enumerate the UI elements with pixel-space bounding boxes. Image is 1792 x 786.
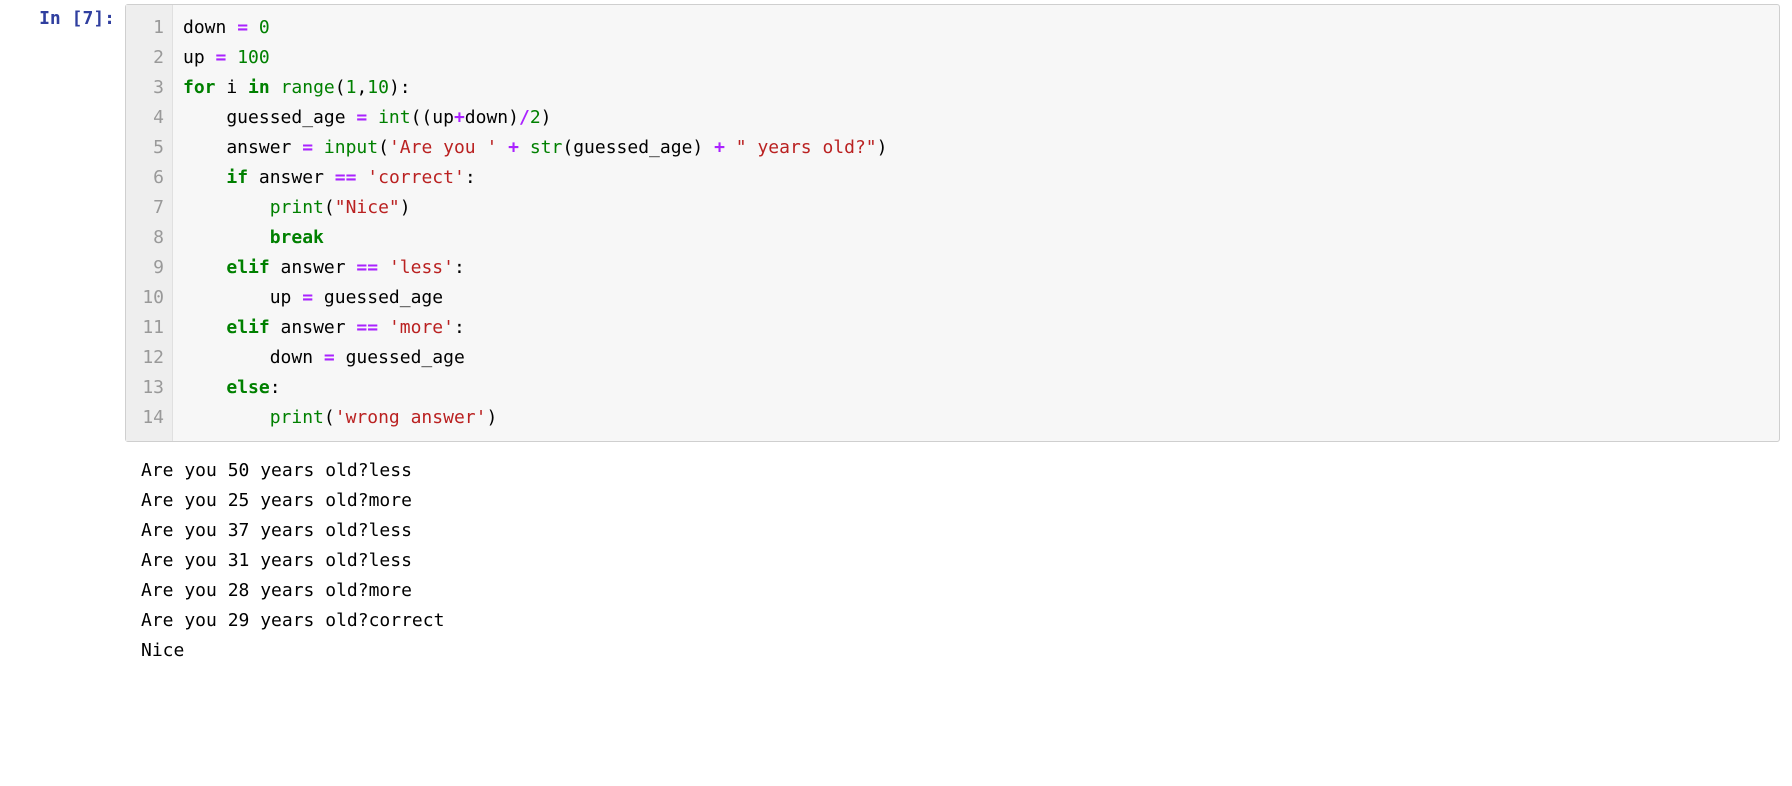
code-content[interactable]: down = 0up = 100for i in range(1,10): gu… bbox=[173, 5, 1779, 441]
line-number: 8 bbox=[134, 223, 164, 253]
code-line[interactable]: if answer == 'correct': bbox=[183, 163, 1769, 193]
code-cell: In [7]: 1234567891011121314 down = 0up =… bbox=[0, 0, 1792, 442]
line-number: 6 bbox=[134, 163, 164, 193]
line-number: 7 bbox=[134, 193, 164, 223]
code-line[interactable]: elif answer == 'more': bbox=[183, 313, 1769, 343]
input-prompt: In [7]: bbox=[39, 8, 115, 29]
line-number: 13 bbox=[134, 373, 164, 403]
code-line[interactable]: print("Nice") bbox=[183, 193, 1769, 223]
code-line[interactable]: down = guessed_age bbox=[183, 343, 1769, 373]
line-number: 11 bbox=[134, 313, 164, 343]
line-number: 2 bbox=[134, 43, 164, 73]
line-number: 9 bbox=[134, 253, 164, 283]
code-line[interactable]: elif answer == 'less': bbox=[183, 253, 1769, 283]
code-editor[interactable]: 1234567891011121314 down = 0up = 100for … bbox=[125, 4, 1780, 442]
output-row: Are you 50 years old?less Are you 25 yea… bbox=[0, 442, 1792, 676]
code-line[interactable]: answer = input('Are you ' + str(guessed_… bbox=[183, 133, 1769, 163]
prompt-area: In [7]: bbox=[0, 0, 125, 442]
line-number: 3 bbox=[134, 73, 164, 103]
code-line[interactable]: up = 100 bbox=[183, 43, 1769, 73]
line-number: 12 bbox=[134, 343, 164, 373]
prompt-number: 7 bbox=[82, 8, 93, 29]
line-number: 4 bbox=[134, 103, 164, 133]
code-line[interactable]: else: bbox=[183, 373, 1769, 403]
code-line[interactable]: guessed_age = int((up+down)/2) bbox=[183, 103, 1769, 133]
code-line[interactable]: break bbox=[183, 223, 1769, 253]
prompt-label: In bbox=[39, 8, 61, 29]
code-line[interactable]: print('wrong answer') bbox=[183, 403, 1769, 433]
code-line[interactable]: down = 0 bbox=[183, 13, 1769, 43]
line-number: 1 bbox=[134, 13, 164, 43]
code-line[interactable]: for i in range(1,10): bbox=[183, 73, 1769, 103]
line-number: 10 bbox=[134, 283, 164, 313]
code-line[interactable]: up = guessed_age bbox=[183, 283, 1769, 313]
line-number-gutter: 1234567891011121314 bbox=[126, 5, 173, 441]
line-number: 14 bbox=[134, 403, 164, 433]
cell-output: Are you 50 years old?less Are you 25 yea… bbox=[125, 442, 1780, 676]
output-prompt-spacer bbox=[0, 442, 125, 676]
line-number: 5 bbox=[134, 133, 164, 163]
